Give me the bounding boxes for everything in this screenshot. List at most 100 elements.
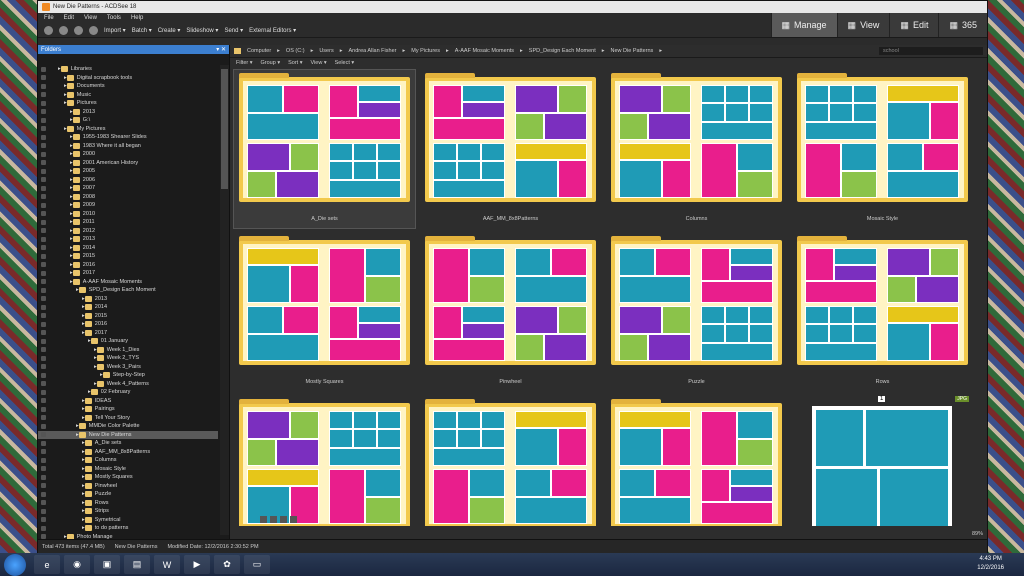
tree-item[interactable]: ▸ 2017 xyxy=(38,329,218,338)
checkbox[interactable] xyxy=(41,347,46,353)
tree-item[interactable]: ▸ Pictures xyxy=(38,99,218,108)
checkbox[interactable] xyxy=(41,338,46,344)
view-button[interactable] xyxy=(280,516,287,523)
checkbox[interactable] xyxy=(41,253,46,259)
tree-item[interactable]: ▸ AAF_MM_8x8Patterns xyxy=(38,448,218,457)
filter-menu[interactable]: Group ▾ xyxy=(261,60,281,66)
tree-item[interactable]: ▸ Symetrical xyxy=(38,516,218,525)
view-button[interactable] xyxy=(270,516,277,523)
tree-item[interactable]: ▸ Rows xyxy=(38,499,218,508)
tree-item[interactable]: ▸ 2016 xyxy=(38,320,218,329)
checkbox[interactable] xyxy=(41,508,46,514)
checkbox[interactable] xyxy=(41,134,46,140)
forward-icon[interactable] xyxy=(59,25,68,35)
breadcrumb-item[interactable]: Computer xyxy=(247,48,271,54)
tree-item[interactable]: ▸ A_Die sets xyxy=(38,439,218,448)
folder-item[interactable]: A_Die sets xyxy=(233,69,416,229)
folder-item[interactable] xyxy=(606,396,787,526)
tree-item[interactable]: ▸ 2012 xyxy=(38,227,218,236)
toolbar-menu[interactable]: Batch ▾ xyxy=(132,27,152,34)
folder-item[interactable]: Rows xyxy=(792,233,973,391)
start-button[interactable] xyxy=(4,553,26,576)
checkbox[interactable] xyxy=(41,126,46,132)
tree-item[interactable]: ▸ 2015 xyxy=(38,252,218,261)
tree-item[interactable]: ▸ 1955-1983 Shearer Slides xyxy=(38,133,218,142)
checkbox[interactable] xyxy=(41,355,46,361)
checkbox[interactable] xyxy=(41,381,46,387)
mode-tab[interactable]: ▦ Edit xyxy=(889,13,939,37)
folder-item[interactable] xyxy=(420,396,601,526)
menu-item[interactable]: Tools xyxy=(107,15,121,21)
checkbox[interactable] xyxy=(41,483,46,489)
checkbox[interactable] xyxy=(41,500,46,506)
up-icon[interactable] xyxy=(74,25,83,35)
tree-item[interactable]: ▸ 2006 xyxy=(38,176,218,185)
checkbox[interactable] xyxy=(41,423,46,429)
ie-icon[interactable]: e xyxy=(34,555,60,574)
tree-item[interactable]: ▸ Pinwheel xyxy=(38,482,218,491)
tree-item[interactable]: ▸ Strips xyxy=(38,507,218,516)
tree-item[interactable]: ▸ 2000 xyxy=(38,150,218,159)
checkbox[interactable] xyxy=(41,236,46,242)
checkbox[interactable] xyxy=(41,245,46,251)
tree-item[interactable]: ▸ 2014 xyxy=(38,244,218,253)
tree-item[interactable]: ▸ 01 January xyxy=(38,337,218,346)
tree-item[interactable]: ▸ 2005 xyxy=(38,167,218,176)
checkbox[interactable] xyxy=(41,296,46,302)
tree-item[interactable]: ▸ 1983 Where it all began xyxy=(38,142,218,151)
tree-item[interactable]: ▸ Documents xyxy=(38,82,218,91)
toolbar-menu[interactable]: Slideshow ▾ xyxy=(186,27,218,34)
checkbox[interactable] xyxy=(41,100,46,106)
tree-item[interactable]: ▸ 2016 xyxy=(38,261,218,270)
checkbox[interactable] xyxy=(41,525,46,531)
breadcrumb-item[interactable]: My Pictures xyxy=(411,48,440,54)
tree-item[interactable]: ▸ Mosaic Style xyxy=(38,465,218,474)
view-button[interactable] xyxy=(290,516,297,523)
tree-item[interactable]: ▸ Columns xyxy=(38,456,218,465)
tree-item[interactable]: ▸ Digital scrapbook tools xyxy=(38,74,218,83)
checkbox[interactable] xyxy=(41,279,46,285)
image-item[interactable]: 1 JPG xyxy=(792,396,973,526)
checkbox[interactable] xyxy=(41,185,46,191)
folder-item[interactable]: Puzzle xyxy=(606,233,787,391)
checkbox[interactable] xyxy=(41,109,46,115)
checkbox[interactable] xyxy=(41,262,46,268)
tree-item[interactable]: ▸ Tell Your Story xyxy=(38,414,218,423)
checkbox[interactable] xyxy=(41,406,46,412)
filter-menu[interactable]: Filter ▾ xyxy=(236,60,253,66)
filter-menu[interactable]: View ▾ xyxy=(310,60,326,66)
tree-item[interactable]: ▸ 2008 xyxy=(38,193,218,202)
checkbox[interactable] xyxy=(41,202,46,208)
tree-item[interactable]: ▸ A-AAF Mosaic Moments xyxy=(38,278,218,287)
menu-item[interactable]: Edit xyxy=(64,15,74,21)
tree-item[interactable]: ▸ IDEAS xyxy=(38,397,218,406)
checkbox[interactable] xyxy=(41,313,46,319)
view-button[interactable] xyxy=(260,516,267,523)
tree-item[interactable]: ▸ Libraries xyxy=(38,65,218,74)
checkbox[interactable] xyxy=(41,211,46,217)
tree-item[interactable]: ▸ Week 3_Pairs xyxy=(38,363,218,372)
tree-item[interactable]: ▸ G:\ xyxy=(38,116,218,125)
checkbox[interactable] xyxy=(41,415,46,421)
tree-item[interactable]: ▸ 2011 xyxy=(38,218,218,227)
tree-item[interactable]: ▸ Week 1_Dies xyxy=(38,346,218,355)
checkbox[interactable] xyxy=(41,143,46,149)
tree-item[interactable]: ▸ 2013 xyxy=(38,235,218,244)
checkbox[interactable] xyxy=(41,151,46,157)
tree-item[interactable]: ▸ SPD_Design Each Moment xyxy=(38,286,218,295)
checkbox[interactable] xyxy=(41,466,46,472)
breadcrumb-item[interactable]: Users xyxy=(319,48,333,54)
breadcrumb-item[interactable]: New Die Patterns xyxy=(611,48,654,54)
checkbox[interactable] xyxy=(41,517,46,523)
tree-item[interactable]: ▸ 2010 xyxy=(38,210,218,219)
tree-item[interactable]: ▸ Puzzle xyxy=(38,490,218,499)
toolbar-menu[interactable]: Import ▾ xyxy=(104,27,126,34)
checkbox[interactable] xyxy=(41,304,46,310)
checkbox[interactable] xyxy=(41,219,46,225)
tree-item[interactable]: ▸ 2001 American History xyxy=(38,159,218,168)
toolbar-menu[interactable]: External Editors ▾ xyxy=(249,27,296,34)
tree-item[interactable]: ▸ 2014 xyxy=(38,303,218,312)
breadcrumb-item[interactable]: A-AAF Mosaic Moments xyxy=(455,48,514,54)
tree-item[interactable]: ▸ 02 February xyxy=(38,388,218,397)
checkbox[interactable] xyxy=(41,194,46,200)
